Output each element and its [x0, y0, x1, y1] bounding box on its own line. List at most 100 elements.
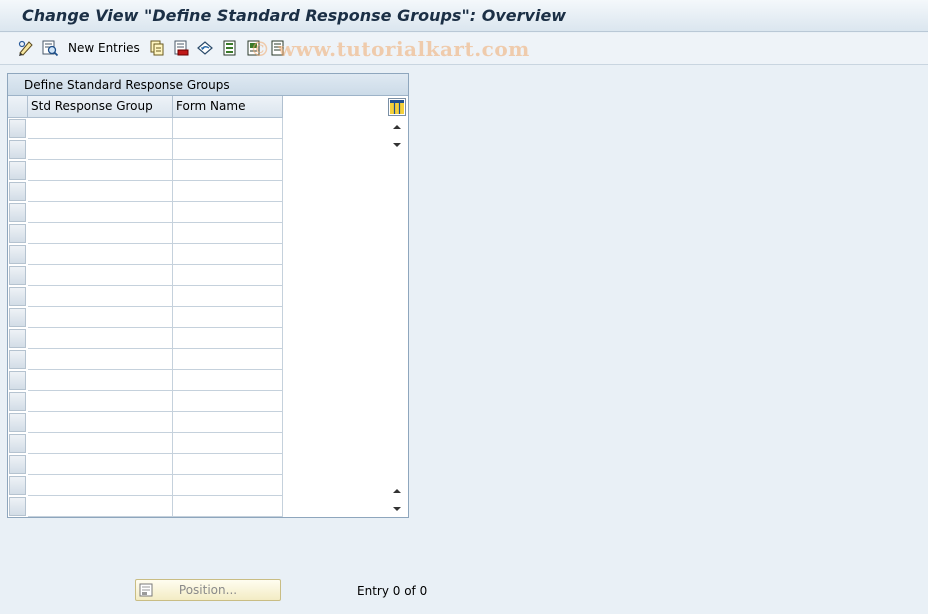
- table-row: [8, 370, 284, 391]
- scroll-up-icon[interactable]: [390, 120, 404, 134]
- cell-form-name[interactable]: [173, 370, 283, 391]
- cell-std-response-group[interactable]: [28, 370, 173, 391]
- row-selector[interactable]: [9, 476, 26, 495]
- table-row: [8, 454, 284, 475]
- vertical-scrollbar[interactable]: [388, 118, 406, 516]
- cell-std-response-group[interactable]: [28, 307, 173, 328]
- cell-std-response-group[interactable]: [28, 160, 173, 181]
- table-row: [8, 181, 284, 202]
- cell-form-name[interactable]: [173, 160, 283, 181]
- cell-form-name[interactable]: [173, 496, 283, 517]
- row-selector[interactable]: [9, 455, 26, 474]
- table-row: [8, 202, 284, 223]
- cell-form-name[interactable]: [173, 244, 283, 265]
- scroll-down-icon[interactable]: [390, 502, 404, 516]
- table-caption: Define Standard Response Groups: [8, 74, 408, 96]
- cell-std-response-group[interactable]: [28, 349, 173, 370]
- table-body: [8, 118, 284, 517]
- table-row: [8, 286, 284, 307]
- table-row: [8, 160, 284, 181]
- row-selector[interactable]: [9, 371, 26, 390]
- table-row: [8, 496, 284, 517]
- row-selector[interactable]: [9, 266, 26, 285]
- cell-std-response-group[interactable]: [28, 328, 173, 349]
- table-row: [8, 349, 284, 370]
- cell-form-name[interactable]: [173, 307, 283, 328]
- row-selector[interactable]: [9, 413, 26, 432]
- cell-form-name[interactable]: [173, 391, 283, 412]
- row-selector[interactable]: [9, 182, 26, 201]
- column-configuration-icon[interactable]: [388, 98, 406, 116]
- cell-std-response-group[interactable]: [28, 244, 173, 265]
- cell-std-response-group[interactable]: [28, 139, 173, 160]
- page-title: Change View "Define Standard Response Gr…: [22, 6, 567, 25]
- cell-std-response-group[interactable]: [28, 118, 173, 139]
- row-selector[interactable]: [9, 350, 26, 369]
- cell-std-response-group[interactable]: [28, 391, 173, 412]
- undo-icon[interactable]: [196, 39, 214, 57]
- cell-std-response-group[interactable]: [28, 202, 173, 223]
- cell-std-response-group[interactable]: [28, 223, 173, 244]
- cell-form-name[interactable]: [173, 202, 283, 223]
- cell-form-name[interactable]: [173, 265, 283, 286]
- table-control: Define Standard Response Groups Std Resp…: [7, 73, 409, 518]
- table-row: [8, 412, 284, 433]
- cell-form-name[interactable]: [173, 454, 283, 475]
- scroll-page-down-icon[interactable]: [390, 138, 404, 152]
- cell-std-response-group[interactable]: [28, 454, 173, 475]
- watermark: © www.tutorialkart.com: [250, 37, 530, 61]
- row-selector[interactable]: [9, 308, 26, 327]
- column-header-row: Std Response Group Form Name: [8, 96, 284, 118]
- cell-std-response-group[interactable]: [28, 475, 173, 496]
- cell-form-name[interactable]: [173, 223, 283, 244]
- select-all-icon[interactable]: [221, 39, 239, 57]
- cell-form-name[interactable]: [173, 412, 283, 433]
- row-selector[interactable]: [9, 497, 26, 516]
- row-selector[interactable]: [9, 140, 26, 159]
- table-row: [8, 433, 284, 454]
- row-selector[interactable]: [9, 161, 26, 180]
- table-row: [8, 328, 284, 349]
- table-row: [8, 223, 284, 244]
- cell-form-name[interactable]: [173, 118, 283, 139]
- row-selector[interactable]: [9, 329, 26, 348]
- column-header-form-name[interactable]: Form Name: [173, 96, 283, 118]
- row-selector[interactable]: [9, 119, 26, 138]
- table-row: [8, 475, 284, 496]
- cell-form-name[interactable]: [173, 181, 283, 202]
- position-button-label: Position...: [178, 583, 238, 597]
- scroll-page-up-icon[interactable]: [390, 484, 404, 498]
- cell-std-response-group[interactable]: [28, 265, 173, 286]
- row-selector[interactable]: [9, 224, 26, 243]
- title-bar: Change View "Define Standard Response Gr…: [0, 0, 928, 32]
- table-row: [8, 265, 284, 286]
- table-row: [8, 307, 284, 328]
- cell-std-response-group[interactable]: [28, 496, 173, 517]
- cell-std-response-group[interactable]: [28, 286, 173, 307]
- display-change-icon[interactable]: [17, 39, 35, 57]
- column-header-std-response-group[interactable]: Std Response Group: [28, 96, 173, 118]
- select-all-rows-button[interactable]: [8, 96, 28, 118]
- row-selector[interactable]: [9, 287, 26, 306]
- cell-form-name[interactable]: [173, 139, 283, 160]
- cell-form-name[interactable]: [173, 328, 283, 349]
- entry-count: Entry 0 of 0: [357, 584, 428, 598]
- copy-icon[interactable]: [148, 39, 166, 57]
- cell-std-response-group[interactable]: [28, 181, 173, 202]
- cell-form-name[interactable]: [173, 349, 283, 370]
- row-selector[interactable]: [9, 203, 26, 222]
- delete-icon[interactable]: [172, 39, 190, 57]
- details-icon[interactable]: [41, 39, 59, 57]
- table-row: [8, 118, 284, 139]
- cell-form-name[interactable]: [173, 433, 283, 454]
- row-selector[interactable]: [9, 392, 26, 411]
- cell-std-response-group[interactable]: [28, 412, 173, 433]
- cell-form-name[interactable]: [173, 286, 283, 307]
- cell-std-response-group[interactable]: [28, 433, 173, 454]
- table-row: [8, 139, 284, 160]
- new-entries-button[interactable]: New Entries: [68, 39, 140, 57]
- cell-form-name[interactable]: [173, 475, 283, 496]
- row-selector[interactable]: [9, 245, 26, 264]
- position-button[interactable]: Position...: [135, 579, 281, 601]
- row-selector[interactable]: [9, 434, 26, 453]
